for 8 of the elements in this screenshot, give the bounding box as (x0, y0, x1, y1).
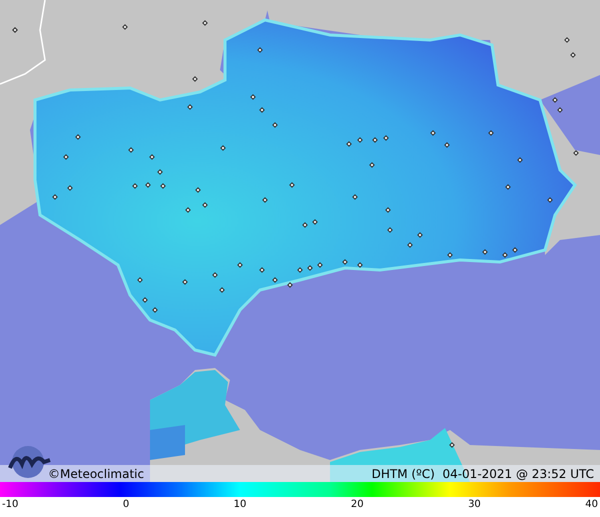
scale-tick-label: 0 (122, 499, 130, 512)
scale-tick-label: 30 (468, 499, 481, 512)
scale-tick-label: -10 (2, 499, 18, 512)
scale-tick-label: 20 (350, 499, 364, 512)
scale-tick-label: 10 (234, 499, 246, 512)
brand-label: ©Meteoclimatic (48, 466, 144, 480)
map-title: DHTM (ºC) 04-01-2021 @ 23:52 UTC (372, 466, 594, 480)
scale-tick-label: 40 (585, 499, 598, 512)
